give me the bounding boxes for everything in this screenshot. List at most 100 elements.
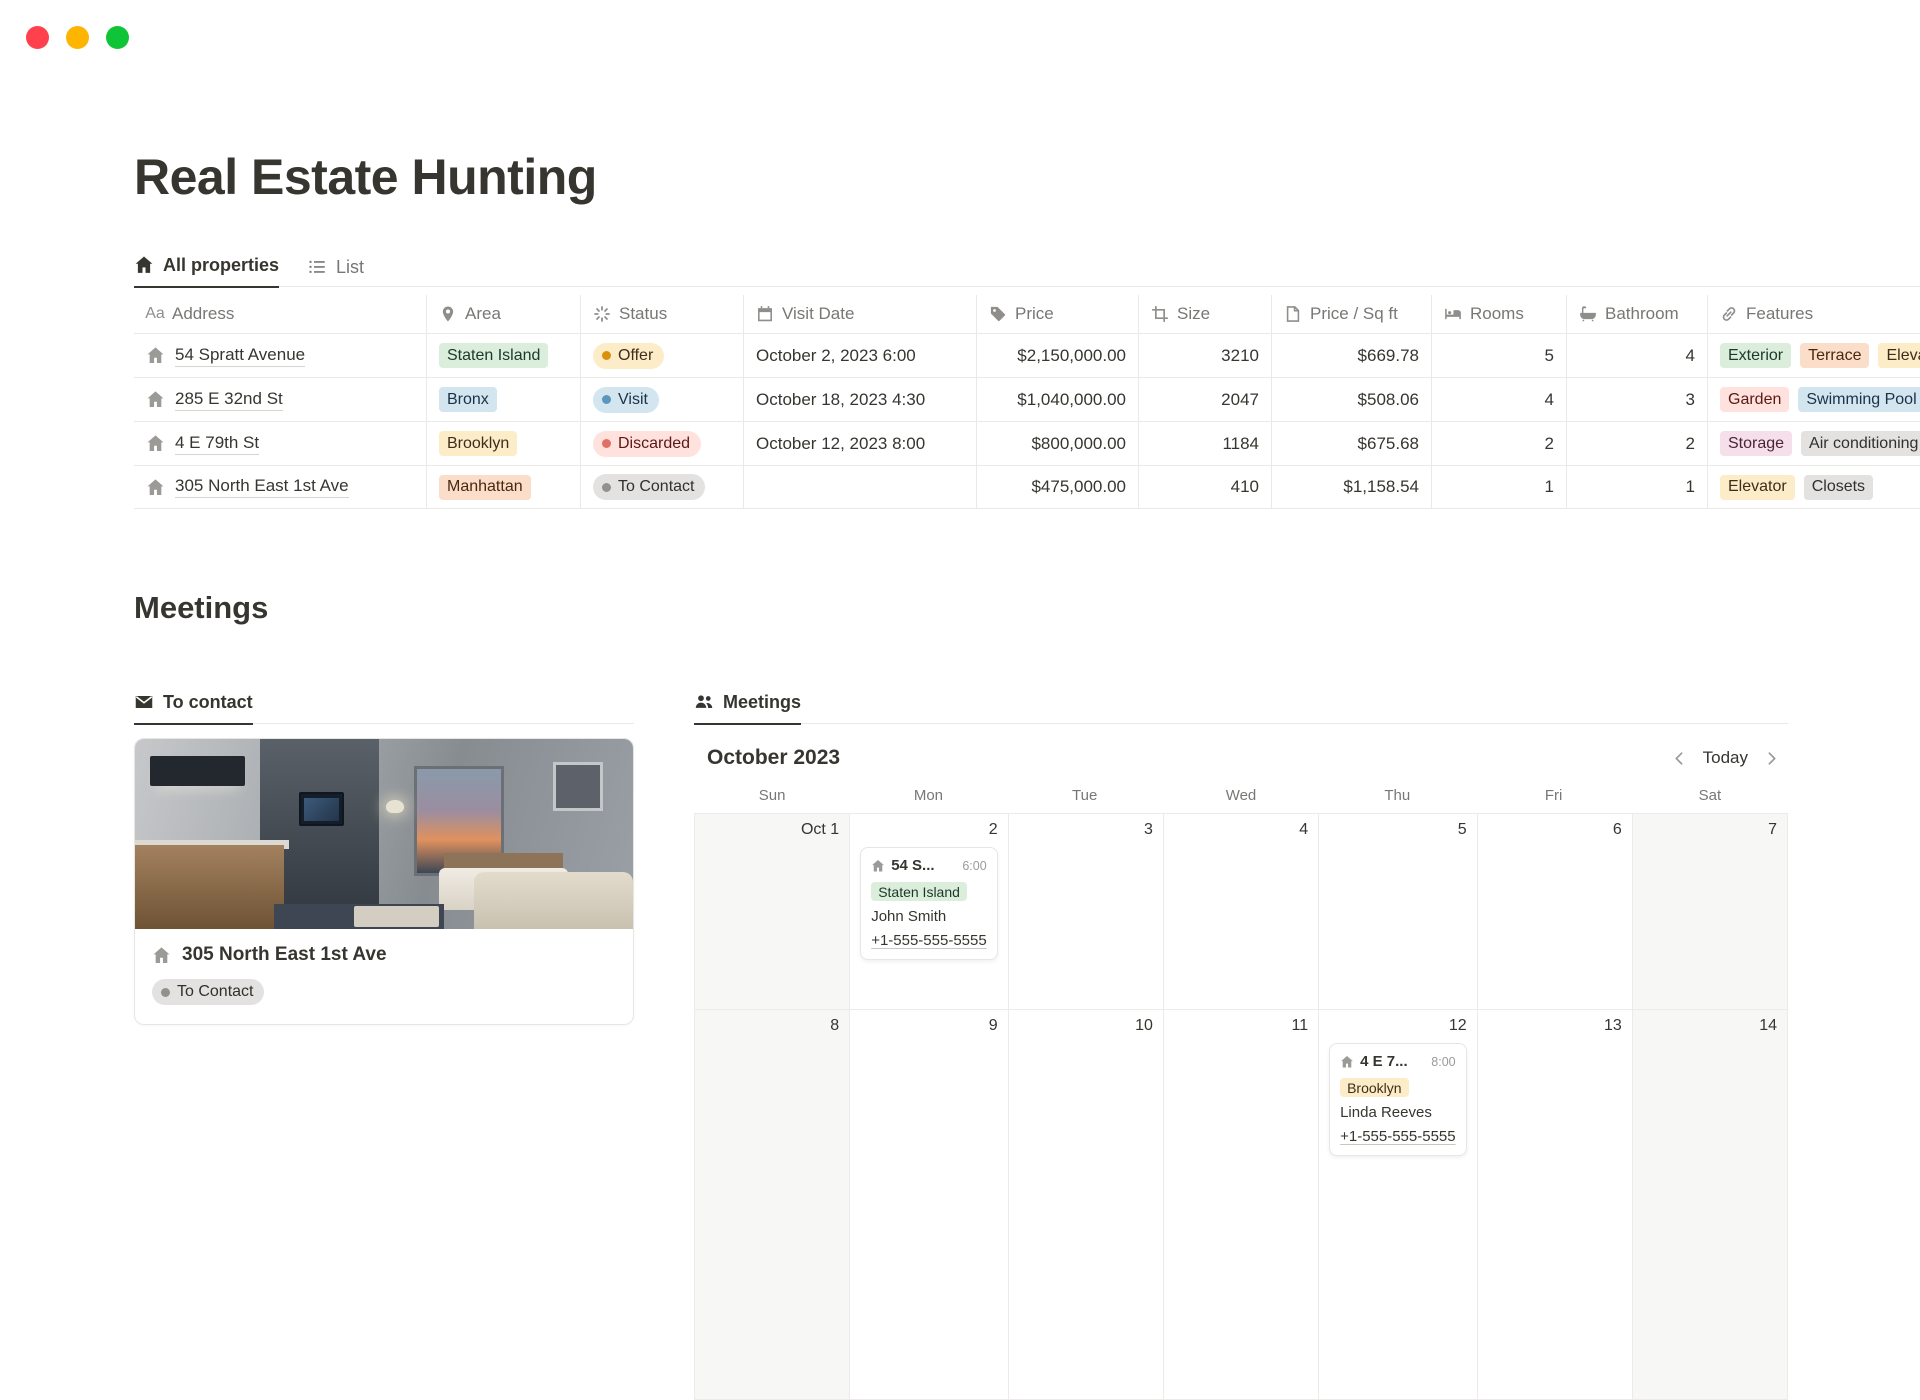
calendar-day-cell[interactable]: 6 [1478, 814, 1633, 1010]
area-cell[interactable]: Manhattan [427, 466, 581, 508]
close-button[interactable] [26, 26, 49, 49]
calendar-day-cell[interactable]: 13 [1478, 1010, 1633, 1400]
calendar-nav: Today [1671, 748, 1780, 768]
day-header-sat: Sat [1632, 787, 1788, 804]
address-cell[interactable]: 285 E 32nd St [134, 378, 427, 421]
bathroom-cell[interactable]: 1 [1567, 466, 1708, 508]
price-cell[interactable]: $1,040,000.00 [977, 378, 1139, 421]
price_sqft-cell[interactable]: $675.68 [1272, 422, 1432, 465]
calendar-day-cell[interactable]: 4 [1164, 814, 1319, 1010]
price_sqft-cell[interactable]: $669.78 [1272, 334, 1432, 377]
features-cell[interactable]: ExteriorTerraceElevator [1708, 334, 1920, 377]
chevron-right-icon[interactable] [1763, 750, 1780, 767]
size-cell[interactable]: 1184 [1139, 422, 1272, 465]
property-card[interactable]: 305 North East 1st Ave To Contact [134, 738, 634, 1025]
column-header-label: Rooms [1470, 304, 1524, 324]
visit_date-cell[interactable]: October 2, 2023 6:00 [744, 334, 977, 377]
column-header-features[interactable]: Features [1708, 295, 1920, 333]
status-cell[interactable]: Discarded [581, 422, 744, 465]
table-row: 54 Spratt Avenue Staten IslandOfferOctobe… [134, 333, 1920, 377]
column-header-rooms[interactable]: Rooms [1432, 295, 1567, 333]
visit_date-cell[interactable]: October 18, 2023 4:30 [744, 378, 977, 421]
visit_date-cell[interactable]: October 12, 2023 8:00 [744, 422, 977, 465]
event-contact-phone: +1-555-555-5555 [871, 932, 987, 949]
area-badge: Brooklyn [439, 431, 517, 456]
status-badge-label: Discarded [618, 434, 690, 454]
column-header-bathroom[interactable]: Bathroom [1567, 295, 1708, 333]
price-cell[interactable]: $800,000.00 [977, 422, 1139, 465]
calendar-icon [756, 305, 774, 323]
tab-all-properties[interactable]: All properties [134, 255, 279, 288]
table-row: 305 North East 1st AveManhattanTo Contac… [134, 465, 1920, 509]
calendar-day-cell[interactable]: 3 [1009, 814, 1164, 1010]
calendar-day-cell[interactable]: 7 [1633, 814, 1788, 1010]
column-header-label: Size [1177, 304, 1210, 324]
visit_date-cell[interactable] [744, 466, 977, 508]
tab-list[interactable]: List [307, 257, 364, 288]
rooms-cell[interactable]: 5 [1432, 334, 1567, 377]
bathroom-cell[interactable]: 3 [1567, 378, 1708, 421]
address-text: 54 Spratt Avenue [175, 345, 305, 367]
calendar-day-cell[interactable]: 124 E 7...8:00BrooklynLinda Reeves+1-555… [1319, 1010, 1478, 1400]
column-header-status[interactable]: Status [581, 295, 744, 333]
calendar-day-cell[interactable]: Oct 1 [695, 814, 850, 1010]
bathroom-cell[interactable]: 4 [1567, 334, 1708, 377]
rooms-cell[interactable]: 1 [1432, 466, 1567, 508]
chevron-left-icon[interactable] [1671, 750, 1688, 767]
calendar-event-card[interactable]: 54 S...6:00Staten IslandJohn Smith+1-555… [860, 847, 998, 960]
size-cell[interactable]: 3210 [1139, 334, 1272, 377]
column-header-size[interactable]: Size [1139, 295, 1272, 333]
calendar-day-cell[interactable]: 14 [1633, 1010, 1788, 1400]
rooms-cell[interactable]: 2 [1432, 422, 1567, 465]
calendar-day-cell[interactable]: 10 [1009, 1010, 1164, 1400]
zoom-button[interactable] [106, 26, 129, 49]
status-cell[interactable]: To Contact [581, 466, 744, 508]
list-icon [307, 257, 327, 277]
status-badge: Visit [593, 387, 659, 413]
area-cell[interactable]: Staten Island [427, 334, 581, 377]
status-cell[interactable]: Offer [581, 334, 744, 377]
day-number: 13 [1488, 1017, 1622, 1035]
address-cell[interactable]: 54 Spratt Avenue [134, 334, 427, 377]
calendar-day-cell[interactable]: 9 [850, 1010, 1009, 1400]
feature-badge: Elevator [1720, 475, 1795, 500]
price_sqft-cell[interactable]: $508.06 [1272, 378, 1432, 421]
size-cell[interactable]: 2047 [1139, 378, 1272, 421]
price-cell[interactable]: $475,000.00 [977, 466, 1139, 508]
rooms-cell[interactable]: 4 [1432, 378, 1567, 421]
features-cell[interactable]: StorageAir conditioning [1708, 422, 1920, 465]
column-header-area[interactable]: Area [427, 295, 581, 333]
column-header-address[interactable]: AaAddress [134, 295, 427, 333]
address-cell[interactable]: 305 North East 1st Ave [134, 466, 427, 508]
day-number: 10 [1019, 1017, 1153, 1035]
tab-meetings[interactable]: Meetings [694, 692, 801, 725]
area-cell[interactable]: Bronx [427, 378, 581, 421]
column-header-price_sqft[interactable]: Price / Sq ft [1272, 295, 1432, 333]
bed-icon [1444, 305, 1462, 323]
price-cell[interactable]: $2,150,000.00 [977, 334, 1139, 377]
calendar-day-cell[interactable]: 5 [1319, 814, 1478, 1010]
day-number: 5 [1329, 821, 1467, 839]
feature-badge: Closets [1804, 475, 1873, 500]
address-cell[interactable]: 4 E 79th St [134, 422, 427, 465]
features-cell[interactable]: GardenSwimming Pool [1708, 378, 1920, 421]
status-cell[interactable]: Visit [581, 378, 744, 421]
minimize-button[interactable] [66, 26, 89, 49]
features-cell[interactable]: Elevator Closets [1708, 466, 1920, 508]
feature-badge: Garden [1720, 387, 1789, 412]
column-header-price[interactable]: Price [977, 295, 1139, 333]
size-cell[interactable]: 410 [1139, 466, 1272, 508]
price_sqft-cell[interactable]: $1,158.54 [1272, 466, 1432, 508]
bathroom-cell[interactable]: 2 [1567, 422, 1708, 465]
calendar-day-cell[interactable]: 11 [1164, 1010, 1319, 1400]
area-cell[interactable]: Brooklyn [427, 422, 581, 465]
calendar-event-card[interactable]: 4 E 7...8:00BrooklynLinda Reeves+1-555-5… [1329, 1043, 1467, 1156]
calendar-day-cell[interactable]: 254 S...6:00Staten IslandJohn Smith+1-55… [850, 814, 1009, 1010]
today-button[interactable]: Today [1703, 748, 1748, 768]
tab-to-contact[interactable]: To contact [134, 692, 253, 725]
calendar-day-cell[interactable]: 8 [695, 1010, 850, 1400]
day-header-wed: Wed [1163, 787, 1319, 804]
event-area-badge: Staten Island [871, 882, 967, 901]
column-header-visit_date[interactable]: Visit Date [744, 295, 977, 333]
status-badge: Discarded [593, 431, 701, 457]
